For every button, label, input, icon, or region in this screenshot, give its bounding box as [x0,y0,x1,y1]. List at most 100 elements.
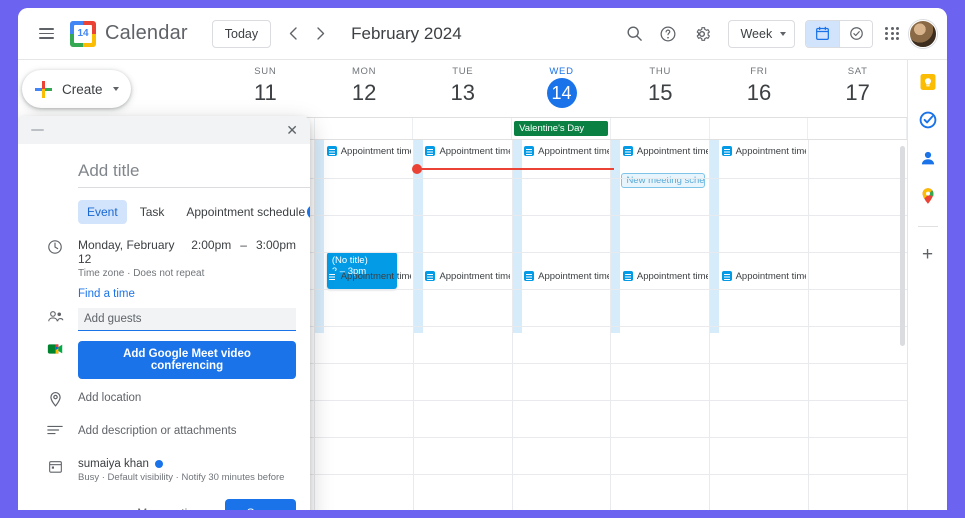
google-contacts-icon[interactable] [918,148,938,168]
appointment-times-chip[interactable]: Appointment times, [622,269,708,283]
tab-event[interactable]: Event [78,200,127,224]
day-header-sat[interactable]: SAT 17 [808,60,907,117]
previous-period-button[interactable] [279,20,307,48]
avatar[interactable] [909,19,937,48]
tab-appointment-schedule-label: Appointment schedule [186,205,306,219]
right-sidebar: + [907,60,947,510]
event-date[interactable]: Monday, February 12 [78,238,182,266]
event-title-input[interactable] [78,158,310,188]
event-title: (No title) [331,255,368,266]
search-button[interactable] [618,18,650,50]
day-column-fri[interactable] [710,140,810,510]
create-button[interactable]: Create [22,70,131,108]
appointment-times-chip[interactable]: Appointment times, [721,144,807,158]
all-day-cell[interactable] [315,118,414,139]
day-header-dow: TUE [452,66,474,77]
appointment-schedule-icon [622,271,633,281]
close-icon[interactable]: ✕ [283,121,301,139]
all-day-cell[interactable] [710,118,809,139]
tab-appointment-schedule[interactable]: Appointment schedule New [177,200,310,224]
owner-name-line[interactable]: sumaiya khan [78,458,296,470]
day-header-thu[interactable]: THU 15 [611,60,710,117]
appointment-times-chip[interactable]: Appointment times, [524,144,609,158]
day-header-dow: WED [549,66,574,77]
save-button[interactable]: Save [224,499,296,510]
tab-task[interactable]: Task [131,200,174,224]
appointment-times-chip[interactable]: Appointment times, [326,269,412,283]
day-header-mon[interactable]: MON 12 [315,60,414,117]
view-selector[interactable]: Week [728,19,796,48]
view-selector-label: Week [740,26,773,41]
when-row: Monday, February 12 2:00pm – 3:00pm Time… [32,238,296,279]
google-apps-button[interactable] [885,26,899,41]
new-badge: New [307,205,310,219]
help-button[interactable] [652,18,684,50]
add-google-meet-button[interactable]: Add Google Meet video conferencing [78,341,296,379]
all-day-event-valentines[interactable]: Valentine's Day [514,121,608,136]
appointment-times-chip[interactable]: Appointment times, [524,269,609,283]
next-period-button[interactable] [307,20,335,48]
day-column-thu[interactable]: New meeting sched [611,140,711,510]
appointment-schedule-icon [721,271,732,281]
event-start-time[interactable]: 2:00pm [191,238,231,252]
appointment-times-chip[interactable]: Appointment times, [326,144,411,158]
appointment-times-label: Appointment times, [340,270,412,282]
drag-handle-icon[interactable] [31,129,44,131]
appointment-schedule-icon [524,146,535,156]
day-column-sat[interactable] [809,140,907,510]
all-day-cell[interactable] [808,118,907,139]
day-header-number: 14 [546,78,577,108]
day-header-fri[interactable]: FRI 16 [710,60,809,117]
more-options-button[interactable]: More options [129,500,214,510]
description-row: Add description or attachments [32,423,296,445]
add-addon-button[interactable]: + [922,245,933,264]
day-header-sun[interactable]: SUN 11 [216,60,315,117]
event-end-time[interactable]: 3:00pm [256,238,296,252]
guests-row [32,308,296,331]
appointment-times-chip[interactable]: Appointment times, [425,269,510,283]
day-header-number: 15 [647,80,673,105]
day-header-number: 16 [746,80,772,105]
all-day-cell[interactable] [611,118,710,139]
owner-name-text: sumaiya khan [78,458,149,470]
guests-main [78,308,296,331]
timezone-repeat-text[interactable]: Time zone · Does not repeat [78,268,296,279]
when-line: Monday, February 12 2:00pm – 3:00pm [78,238,296,266]
time-grid[interactable]: (No title) 2 – 3pm New meeting sched App… [216,140,907,510]
calendar-view-toggle[interactable] [806,20,840,47]
tasks-view-toggle[interactable] [839,20,873,47]
calendar-logo-day: 14 [74,24,92,43]
find-a-time-link[interactable]: Find a time [32,288,135,300]
appointment-times-chip[interactable]: Appointment times, [425,144,510,158]
appointment-times-chip[interactable]: Appointment times, [721,269,806,283]
all-day-cell[interactable]: Valentine's Day [512,118,611,139]
clock-icon [32,238,78,255]
all-day-cell[interactable] [413,118,513,139]
google-tasks-icon[interactable] [918,110,938,130]
meet-main: Add Google Meet video conferencing [78,341,296,379]
event-new-meeting-schedule[interactable]: New meeting sched [621,173,706,188]
add-description-field[interactable]: Add description or attachments [78,423,296,437]
event-title-row [32,144,310,188]
right-rail-divider [917,226,938,227]
day-header-wed[interactable]: WED 14 [512,60,611,117]
day-header-tue[interactable]: TUE 13 [413,60,512,117]
settings-button[interactable] [686,18,718,50]
day-column-wed[interactable] [512,140,612,510]
day-column-mon[interactable]: (No title) 2 – 3pm [314,140,414,510]
app-body: Create SUN 11 MON 12 TUE 13 WED 14 THU 1… [18,60,947,510]
event-creation-dialog: ✕ Event Task Appointment schedule New [18,116,310,510]
google-keep-icon[interactable] [918,72,938,92]
appointment-times-label: Appointment times, [735,145,807,157]
add-guests-input[interactable] [78,308,296,331]
appointment-times-chip[interactable]: Appointment times, [622,144,708,158]
chevron-right-icon [317,27,325,40]
location-main: Add location [78,390,296,404]
day-column-tue[interactable] [413,140,513,510]
search-icon [627,26,642,41]
google-maps-icon[interactable] [918,186,938,206]
add-location-field[interactable]: Add location [78,390,296,404]
vertical-scrollbar[interactable] [900,146,905,346]
today-button[interactable]: Today [211,19,272,48]
main-menu-button[interactable] [30,18,62,50]
